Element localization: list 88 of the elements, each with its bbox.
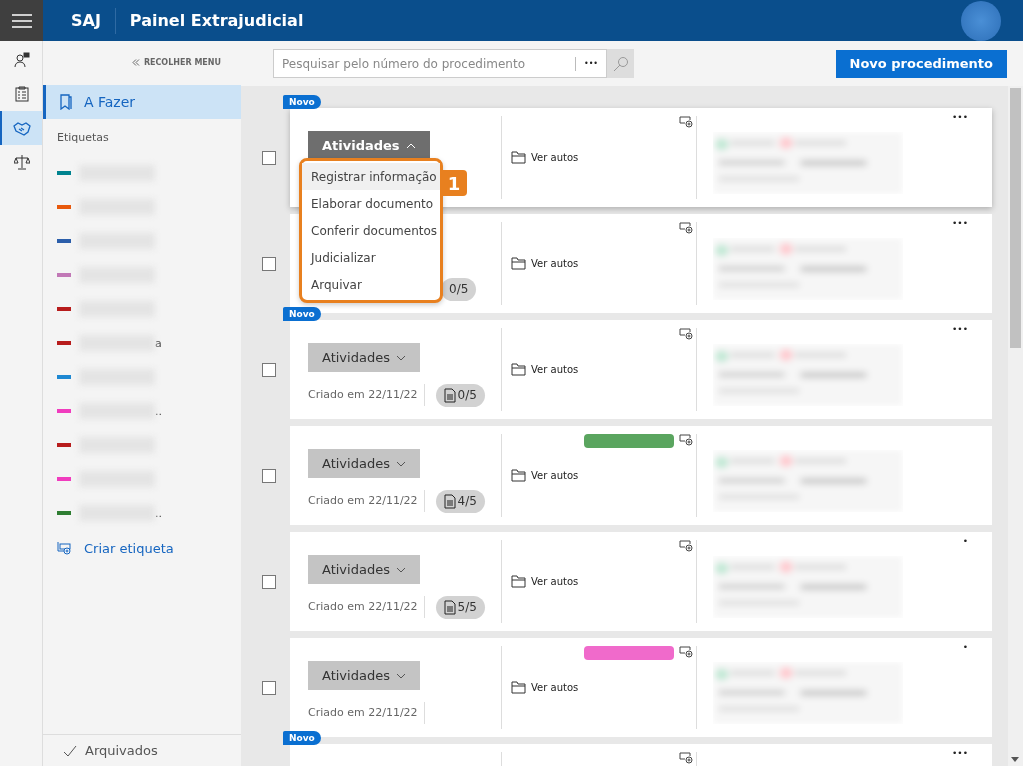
more-options-button[interactable]: • [962, 536, 968, 546]
scroll-thumb[interactable] [1010, 88, 1021, 348]
person-icon [14, 52, 30, 68]
checkbox[interactable] [262, 256, 276, 271]
more-options-button[interactable]: ••• [952, 112, 968, 122]
add-tag-icon [57, 541, 71, 555]
view-records-link[interactable]: Ver autos [511, 151, 579, 164]
activities-dropdown[interactable]: Atividades [308, 131, 430, 160]
menu-item[interactable]: Judicializar [302, 244, 440, 271]
document-count: 5/5 [435, 595, 485, 619]
collapse-menu-button[interactable]: RECOLHER MENU [131, 58, 221, 67]
chevron-icon [405, 142, 416, 149]
menu-item[interactable]: Arquivar [302, 271, 440, 298]
activities-dropdown[interactable]: Atividades [308, 555, 420, 584]
search-icon [612, 55, 629, 72]
view-records-link[interactable]: Ver autos [511, 681, 579, 694]
checkbox[interactable] [262, 468, 276, 483]
add-tag-icon[interactable] [679, 116, 693, 128]
document-count: 0/5 [441, 277, 477, 301]
menu-item[interactable]: Conferir documentos [302, 217, 440, 244]
more-options-button[interactable]: ••• [952, 218, 968, 228]
folder-icon [511, 151, 527, 164]
scroll-down-icon[interactable] [1011, 757, 1019, 762]
check-icon [63, 744, 77, 757]
document-icon [443, 493, 456, 509]
avatar[interactable] [961, 0, 1001, 41]
add-tag-icon[interactable] [679, 752, 693, 764]
new-badge: Novo [283, 731, 321, 745]
nav-item[interactable]: A Fazer [43, 85, 241, 119]
chevron-icon [395, 672, 406, 679]
checkbox[interactable] [262, 680, 276, 695]
view-records-link[interactable]: Ver autos [511, 469, 579, 482]
menu-item[interactable]: Elaborar documento [302, 190, 440, 217]
scrollbar[interactable] [1008, 86, 1023, 766]
scales-icon [14, 154, 30, 170]
checkbox[interactable] [262, 362, 276, 377]
add-tag-icon[interactable] [679, 222, 693, 234]
chevron-icon [395, 566, 406, 573]
menu-item[interactable]: Registrar informação [302, 163, 440, 190]
more-options-button[interactable]: ••• [952, 324, 968, 334]
document-count: 4/5 [435, 489, 485, 513]
checklist-icon [14, 86, 30, 102]
checkbox[interactable] [262, 574, 276, 589]
document-icon [443, 387, 456, 403]
add-tag-icon[interactable] [679, 540, 693, 552]
brand-name: SAJ [57, 7, 116, 34]
label-text: a [155, 336, 162, 350]
handshake-button[interactable] [0, 111, 42, 145]
chevron-icon [395, 460, 406, 467]
search-field[interactable]: Pesquisar pelo número do procedimento ••• [273, 49, 607, 78]
add-tag-icon[interactable] [679, 434, 693, 446]
more-options-button[interactable]: ••• [576, 59, 606, 68]
folder-icon [511, 363, 527, 376]
created-date: Criado em 22/11/22 [308, 490, 425, 512]
activities-dropdown[interactable]: Atividades [308, 449, 420, 478]
view-records-link[interactable]: Ver autos [511, 257, 579, 270]
bookmark-icon [60, 94, 72, 110]
label-text: .. [155, 404, 162, 418]
document-icon [443, 599, 456, 615]
view-records-link[interactable]: Ver autos [511, 575, 579, 588]
created-date: Criado em 22/11/22 [308, 384, 425, 406]
app-title: Painel Extrajudicial [129, 11, 304, 30]
section-heading: Etiquetas [56, 130, 110, 146]
new-badge: Novo [283, 95, 321, 109]
checkbox[interactable] [262, 150, 276, 165]
folder-icon [511, 575, 527, 588]
folder-icon [511, 469, 527, 482]
menu-button[interactable] [0, 0, 43, 41]
chevron-icon [395, 354, 406, 361]
created-date: Criado em 22/11/22 [308, 702, 425, 724]
activities-dropdown[interactable]: Atividades [308, 661, 420, 690]
step-callout: 1 [441, 170, 467, 196]
create-label-link[interactable]: Criar etiqueta [43, 538, 174, 558]
folder-icon [511, 681, 527, 694]
add-tag-icon[interactable] [679, 328, 693, 340]
label-text: .. [155, 506, 162, 520]
double-chevron-icon [131, 59, 140, 66]
activities-dropdown[interactable]: Atividades [308, 343, 420, 372]
more-options-button[interactable]: ••• [952, 748, 968, 758]
new-badge: Novo [283, 307, 321, 321]
created-date: Criado em 22/11/22 [308, 596, 425, 618]
document-count: 0/5 [435, 383, 485, 407]
more-options-button[interactable]: • [962, 642, 968, 652]
folder-icon [511, 257, 527, 270]
menu-icon [11, 13, 32, 28]
new-procedure-button[interactable]: Novo procedimento [835, 49, 1007, 78]
add-tag-icon[interactable] [679, 646, 693, 658]
view-records-link[interactable]: Ver autos [511, 363, 579, 376]
